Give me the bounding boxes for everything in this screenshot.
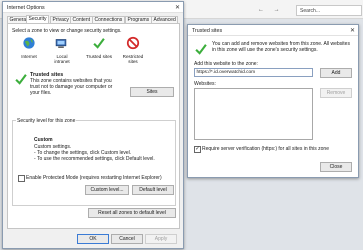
info-text: You can add and remove websites from thi…: [212, 41, 350, 53]
security-tab-panel: Select a zone to view or change security…: [7, 23, 180, 229]
trusted-sites-dialog: Trusted sites ✕ You can add and remove w…: [187, 24, 359, 178]
custom-level-button[interactable]: Custom level...: [85, 185, 129, 195]
trusted-check-icon: [15, 74, 27, 85]
checkmark-icon: [195, 44, 207, 55]
close-icon[interactable]: ✕: [175, 4, 180, 11]
websites-list[interactable]: [194, 88, 313, 140]
close-button[interactable]: Close: [320, 162, 352, 172]
security-level-label: Security level for this zone: [16, 117, 77, 124]
sites-button[interactable]: Sites: [130, 87, 174, 97]
require-https-checkbox[interactable]: [194, 146, 201, 153]
zone-label-trusted-sites: Trusted sites: [85, 54, 113, 59]
require-https-label: Require server verification (https:) for…: [202, 146, 329, 152]
custom-title: Custom: [34, 137, 53, 143]
add-button[interactable]: Add: [320, 68, 352, 78]
close-icon[interactable]: ✕: [350, 27, 355, 34]
remove-button[interactable]: Remove: [320, 88, 352, 98]
restricted-icon: [126, 36, 140, 50]
zone-label-internet: Internet: [21, 54, 37, 59]
zone-label-local-intranet: Local intranet: [54, 54, 70, 64]
websites-label: Websites:: [194, 81, 216, 87]
add-site-label: Add this website to the zone:: [194, 61, 258, 67]
default-level-button[interactable]: Default level: [132, 185, 174, 195]
add-site-input[interactable]: https://*.id.overwatchid.com: [194, 68, 313, 77]
reset-all-zones-button[interactable]: Reset all zones to default level: [88, 208, 176, 218]
security-level-group: Security level for this zone Custom Cust…: [12, 117, 176, 206]
apply-button[interactable]: Apply: [145, 234, 177, 244]
trusted-sites-body: You can add and remove websites from thi…: [188, 36, 358, 177]
nav-arrows-icon[interactable]: ← →: [258, 7, 284, 13]
protected-mode-checkbox[interactable]: [18, 175, 25, 182]
trusted-sites-titlebar: Trusted sites ✕: [188, 25, 358, 36]
browser-search-placeholder: Search...: [300, 8, 321, 14]
custom-line-3: - To use the recommended settings, click…: [34, 156, 155, 162]
cancel-button[interactable]: Cancel: [111, 234, 143, 244]
window-title: Internet Options: [7, 4, 45, 11]
globe-icon: [23, 37, 35, 49]
protected-mode-label: Enable Protected Mode (requires restarti…: [26, 175, 162, 181]
dialog-title: Trusted sites: [192, 27, 223, 34]
ok-button[interactable]: OK: [77, 234, 109, 244]
select-zone-label: Select a zone to view or change security…: [12, 28, 122, 34]
intranet-icon: [55, 39, 67, 48]
zone-label-restricted-sites: Restricted sites: [122, 54, 144, 64]
internet-options-window: Internet Options ✕ General Security Priv…: [2, 1, 184, 249]
internet-options-titlebar: Internet Options ✕: [3, 2, 183, 13]
checkmark-icon: [93, 38, 105, 49]
zone-description: This zone contains websites that you tru…: [30, 78, 113, 96]
